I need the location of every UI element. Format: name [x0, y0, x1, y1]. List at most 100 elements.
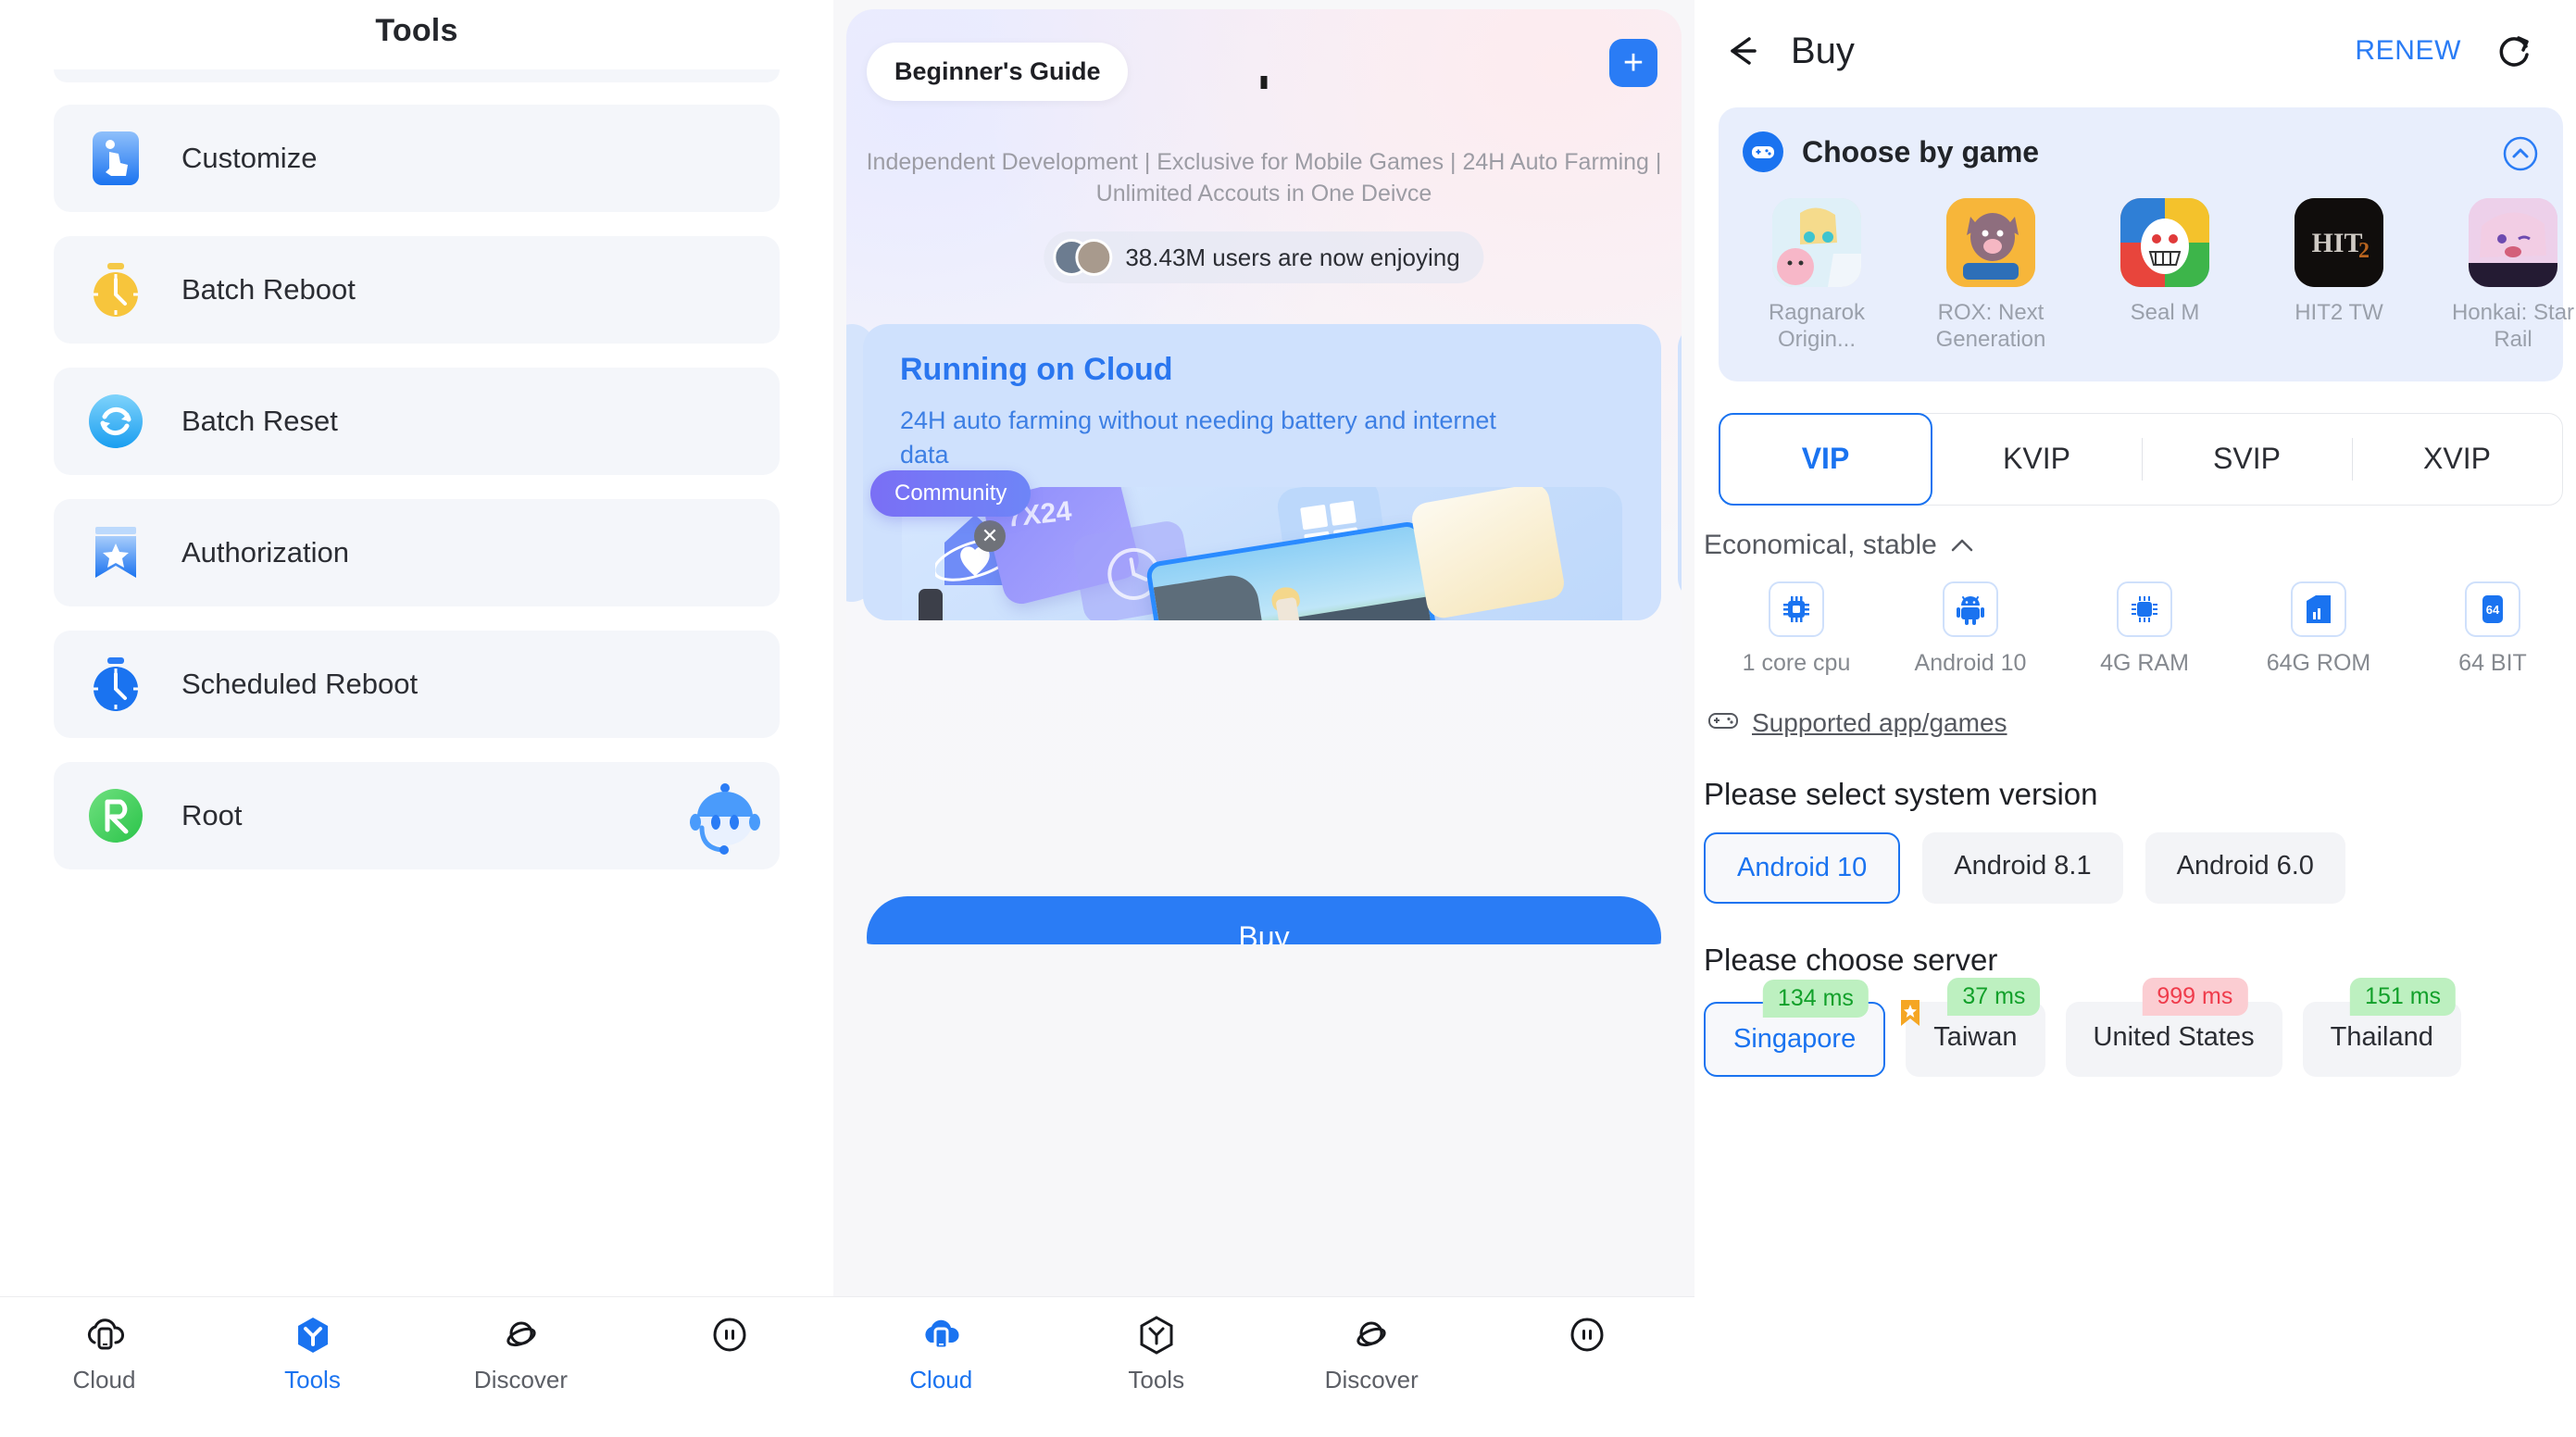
- renew-button[interactable]: RENEW: [2355, 35, 2461, 67]
- add-instance-button[interactable]: +: [1609, 39, 1657, 87]
- tool-item-batch-reboot[interactable]: Batch Reboot: [54, 236, 780, 344]
- nav-item-cloud[interactable]: Cloud: [0, 1314, 208, 1394]
- game-item-hit2[interactable]: HIT 2 HIT2 TW: [2265, 198, 2413, 354]
- tab-svip[interactable]: SVIP: [2142, 414, 2352, 505]
- choose-by-game-header: Choose by game: [1743, 131, 2539, 172]
- cloud-home-panel: Beginner's Guide + Independent Developme…: [833, 0, 1694, 1437]
- tool-label: Scheduled Reboot: [181, 668, 419, 700]
- tool-label: Batch Reboot: [181, 273, 356, 306]
- choose-by-game-section: Choose by game Ragnarok Origin... ROX: N…: [1719, 107, 2574, 381]
- community-tag[interactable]: Community: [870, 470, 1032, 517]
- page-title: Tools: [375, 13, 458, 48]
- carousel-card-running-on-cloud[interactable]: Running on Cloud 24H auto farming withou…: [863, 324, 1661, 620]
- game-item-rox[interactable]: ROX: Next Generation: [1917, 198, 2065, 354]
- avatar: [1075, 239, 1113, 276]
- robot-assistant-icon[interactable]: [685, 776, 765, 856]
- supported-apps-link[interactable]: Supported app/games: [1707, 708, 2576, 738]
- system-version-android-60[interactable]: Android 6.0: [2145, 831, 2345, 904]
- clock-icon: [87, 656, 144, 713]
- rox-thumb: [1946, 198, 2035, 287]
- cloud-phone-icon: [919, 1314, 962, 1356]
- nav-item-discover[interactable]: Discover: [1264, 1314, 1480, 1394]
- page-title: Buy: [1791, 30, 1855, 71]
- spec-label: 64G ROM: [2266, 649, 2371, 676]
- tool-item-authorization[interactable]: Authorization: [54, 499, 780, 606]
- tab-vip[interactable]: VIP: [1719, 412, 1932, 506]
- system-version-android-10[interactable]: Android 10: [1704, 831, 1901, 904]
- tool-item-batch-reset[interactable]: Batch Reset: [54, 368, 780, 475]
- tool-label: Customize: [181, 142, 318, 174]
- spec-rom: 64G ROM: [2232, 581, 2406, 677]
- refresh-icon[interactable]: [2491, 27, 2539, 75]
- cliff-shape: [1153, 571, 1268, 620]
- carousel-card-next[interactable]: E F: [1678, 324, 1682, 602]
- tool-label: Batch Reset: [181, 405, 338, 437]
- tools-list: Customize Batch Reboot Batch Reset Autho…: [0, 69, 833, 869]
- discover-orbit-icon: [1350, 1314, 1393, 1356]
- game-name: Ragnarok Origin...: [1768, 300, 1866, 352]
- econ-label: Economical, stable: [1704, 529, 1937, 560]
- server-label: Taiwan: [1933, 1021, 2018, 1052]
- nav-label: Cloud: [72, 1366, 136, 1393]
- bottom-navigation: Cloud Tools Discover: [0, 1296, 833, 1437]
- nav-item-profile[interactable]: [625, 1314, 833, 1366]
- ram-icon: [2117, 581, 2172, 637]
- tab-kvip[interactable]: KVIP: [1932, 414, 2142, 505]
- feature-carousel[interactable]: Running on Cloud 24H auto farming withou…: [846, 315, 1682, 620]
- game-name: ROX: Next Generation: [1935, 300, 2046, 352]
- back-arrow-icon[interactable]: [1719, 27, 1767, 75]
- beginners-guide-button[interactable]: Beginner's Guide: [867, 43, 1129, 101]
- game-item-honkai[interactable]: Honkai: Star Rail: [2439, 198, 2576, 354]
- server-thailand[interactable]: 151 ms Thailand: [2302, 977, 2461, 1077]
- beige-tile: [1409, 487, 1567, 620]
- sealm-thumb: [2120, 198, 2209, 287]
- nav-label: Cloud: [909, 1366, 973, 1393]
- three-panel-screenshot: Tools Customize Batch Reboot Batch Reset…: [0, 0, 2576, 1437]
- ragnarok-thumb: [1772, 198, 1861, 287]
- nav-item-tools[interactable]: Tools: [1049, 1314, 1265, 1394]
- svg-text:2: 2: [2358, 239, 2370, 263]
- server-united-states[interactable]: 999 ms United States: [2065, 977, 2282, 1077]
- tool-item-root[interactable]: Root: [54, 762, 780, 869]
- users-count-text: 38.43M users are now enjoying: [1125, 243, 1460, 271]
- nav-item-tools[interactable]: Tools: [208, 1314, 417, 1394]
- buy-button[interactable]: Buy: [867, 896, 1661, 944]
- nav-item-discover[interactable]: Discover: [417, 1314, 625, 1394]
- server-singapore[interactable]: 134 ms Singapore: [1704, 979, 1886, 1077]
- android-icon: [1943, 581, 1998, 637]
- server-taiwan[interactable]: 37 ms Taiwan: [1901, 977, 2045, 1077]
- section-title: Choose by game: [1802, 134, 2040, 169]
- game-name: Seal M: [2130, 300, 2200, 325]
- chevron-up-icon[interactable]: [2502, 135, 2539, 177]
- tool-item-scheduled-reboot[interactable]: Scheduled Reboot: [54, 631, 780, 738]
- nav-item-profile[interactable]: [1480, 1314, 1695, 1366]
- game-item-sealm[interactable]: Seal M: [2091, 198, 2239, 354]
- tool-item-customize[interactable]: Customize: [54, 105, 780, 212]
- spec-label: 1 core cpu: [1742, 649, 1851, 676]
- status-dot: [1260, 76, 1268, 89]
- nav-label: Tools: [284, 1366, 341, 1393]
- tool-label: Authorization: [181, 536, 349, 569]
- rom-icon: [2291, 581, 2346, 637]
- hit2-thumb: HIT 2: [2295, 198, 2383, 287]
- svg-text:HIT: HIT: [2311, 228, 2362, 258]
- nav-item-cloud[interactable]: Cloud: [833, 1314, 1049, 1394]
- econ-summary[interactable]: Economical, stable: [1704, 530, 2576, 561]
- nav-label: Tools: [1128, 1366, 1185, 1393]
- game-item-ragnarok[interactable]: Ragnarok Origin...: [1743, 198, 1891, 354]
- tab-xvip[interactable]: XVIP: [2352, 414, 2562, 505]
- server-label: Singapore: [1733, 1023, 1857, 1054]
- hero-banner: Beginner's Guide + Independent Developme…: [846, 9, 1682, 944]
- spec-android: Android 10: [1883, 581, 2057, 677]
- system-version-android-81[interactable]: Android 8.1: [1922, 831, 2123, 904]
- supported-apps-text: Supported app/games: [1752, 707, 2007, 737]
- hill-shape: [1289, 596, 1437, 620]
- honkai-thumb: [2469, 198, 2557, 287]
- star-icon: [1898, 998, 1922, 1035]
- vip-tier-tabs: VIP KVIP SVIP XVIP: [1719, 412, 2563, 506]
- discover-orbit-icon: [500, 1314, 543, 1356]
- customize-icon: [87, 130, 144, 187]
- nav-label: Discover: [473, 1366, 569, 1393]
